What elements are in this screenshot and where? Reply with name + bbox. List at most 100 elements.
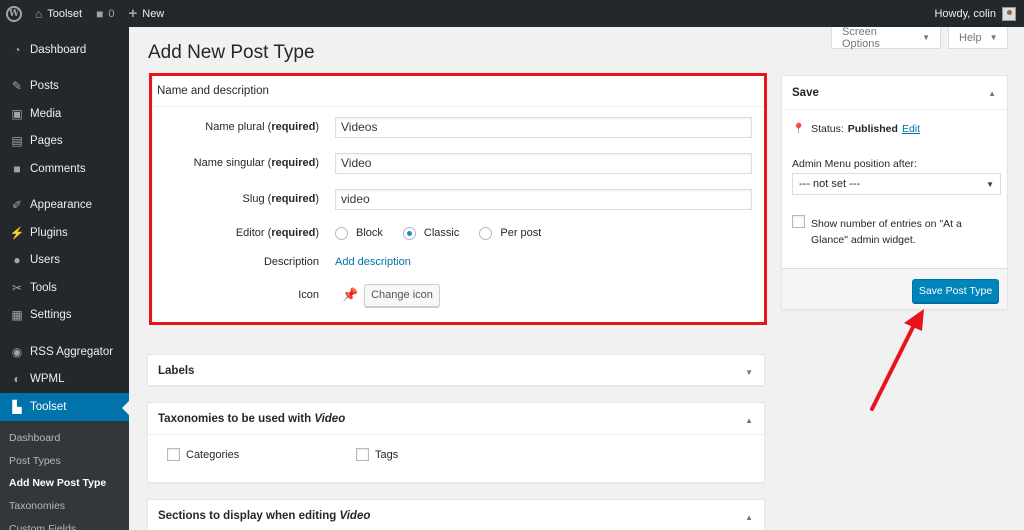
editor-radio-classic[interactable]: Classic <box>402 226 459 240</box>
help-label: Help <box>959 31 982 44</box>
status-label: Status: <box>811 122 844 135</box>
add-description-link[interactable]: Add description <box>335 256 411 268</box>
sidebar-item-tools[interactable]: ✂ Tools <box>0 274 129 302</box>
sidebar-item-rss-aggregator[interactable]: ◉ RSS Aggregator <box>0 338 129 366</box>
sidebar-item-wpml[interactable]: ◐ WPML <box>0 366 129 394</box>
save-post-type-button[interactable]: Save Post Type <box>912 279 999 303</box>
admin-sidebar: ◔ Dashboard ✎ Posts ▣ Media ▤ Pages ■ Co… <box>0 27 129 530</box>
sidebar-item-dashboard[interactable]: ◔ Dashboard <box>0 36 129 64</box>
status-line: 📍 Status: Published Edit <box>792 122 997 136</box>
caret-up-icon[interactable]: ▲ <box>745 513 753 522</box>
editor-radio-per-post[interactable]: Per post <box>479 226 541 240</box>
submenu-taxonomies[interactable]: Taxonomies <box>0 495 129 518</box>
slug-input[interactable] <box>335 188 752 210</box>
sidebar-item-toolset[interactable]: ▙ Toolset <box>0 393 129 421</box>
taxonomies-box-header[interactable]: Taxonomies to be used with Video ▲ <box>148 403 764 435</box>
submenu-dashboard[interactable]: Dashboard <box>0 427 129 450</box>
save-box-title: Save <box>792 86 819 99</box>
menu-position-label: Admin Menu position after: <box>792 158 917 170</box>
wpml-icon: ◐ <box>13 372 21 387</box>
editor-row: Editor (required) Block Classic Per post <box>153 224 764 242</box>
site-name: Toolset <box>47 7 83 20</box>
icon-row: Icon 📌 Change icon <box>153 283 764 307</box>
labels-box-title: Labels <box>158 365 195 377</box>
pushpin-icon: 📍 <box>792 123 806 135</box>
comments-link[interactable]: ■ 0 <box>89 0 121 27</box>
checkbox[interactable] <box>792 215 805 228</box>
editor-label: Editor (required) <box>235 227 319 239</box>
editor-radio-group: Block Classic Per post <box>335 226 561 240</box>
name-singular-input[interactable] <box>335 152 752 174</box>
slug-label: Slug (required) <box>242 193 319 205</box>
sections-box-title: Sections to display when editing Video <box>158 509 371 522</box>
sidebar-item-label: Users <box>30 254 61 267</box>
dashboard-icon: ◔ <box>13 42 21 57</box>
sidebar-item-plugins[interactable]: ⚡ Plugins <box>0 219 129 247</box>
checkbox[interactable] <box>167 448 180 461</box>
save-box: Save ▲ 📍 Status: Published Edit Admin Me… <box>781 75 1008 310</box>
page-title: Add New Post Type <box>148 42 315 63</box>
show-entries-option[interactable]: Show number of entries on "At a Glance" … <box>792 215 997 248</box>
new-label: New <box>142 7 165 20</box>
rss-icon: ◉ <box>11 344 23 359</box>
sidebar-item-label: Comments <box>30 162 86 175</box>
sidebar-item-comments[interactable]: ■ Comments <box>0 155 129 183</box>
radio-button[interactable] <box>335 226 348 240</box>
pushpin-icon: ✎ <box>11 79 23 94</box>
plus-icon: + <box>128 5 138 22</box>
howdy-user[interactable]: Howdy, colin <box>934 8 996 20</box>
taxonomy-categories[interactable]: Categories <box>167 448 239 461</box>
admin-bar: W ⌂ Toolset ■ 0 + New Howdy, colin <box>0 0 1024 27</box>
labels-box-header[interactable]: Labels ▼ <box>148 355 764 387</box>
sections-box: Sections to display when editing Video ▲ <box>147 499 765 530</box>
caret-up-icon[interactable]: ▲ <box>745 416 753 425</box>
taxonomy-tags[interactable]: Tags <box>356 448 398 461</box>
checkbox[interactable] <box>356 448 369 461</box>
comment-icon: ■ <box>13 161 21 176</box>
sidebar-item-label: Toolset <box>30 400 67 413</box>
edit-status-link[interactable]: Edit <box>902 123 920 135</box>
description-row: Description Add description <box>153 254 764 270</box>
radio-button[interactable] <box>479 226 493 240</box>
sidebar-item-settings[interactable]: ▦ Settings <box>0 302 129 330</box>
pages-icon: ▤ <box>11 134 23 149</box>
site-name-link[interactable]: ⌂ Toolset <box>28 0 89 27</box>
sidebar-item-label: Dashboard <box>30 43 87 56</box>
sidebar-item-users[interactable]: ● Users <box>0 247 129 275</box>
sidebar-item-posts[interactable]: ✎ Posts <box>0 73 129 101</box>
labels-box: Labels ▼ <box>147 354 765 386</box>
name-description-header: Name and description <box>153 76 764 107</box>
avatar[interactable] <box>1002 6 1016 21</box>
screen-options-button[interactable]: Screen Options ▼ <box>831 25 941 50</box>
sidebar-item-label: Pages <box>30 135 63 148</box>
sidebar-item-label: RSS Aggregator <box>30 345 114 358</box>
sidebar-item-media[interactable]: ▣ Media <box>0 100 129 128</box>
radio-button-selected[interactable] <box>402 226 416 240</box>
sections-box-header[interactable]: Sections to display when editing Video ▲ <box>148 500 764 530</box>
name-description-box: Name plural (required) Name singular (re… <box>153 107 764 322</box>
submenu-custom-fields[interactable]: Custom Fields <box>0 517 129 530</box>
editor-radio-block[interactable]: Block <box>335 226 383 240</box>
name-plural-input[interactable] <box>335 116 752 138</box>
wordpress-logo-icon[interactable]: W <box>0 0 28 27</box>
paintbrush-icon: ✐ <box>11 198 23 213</box>
sidebar-item-pages[interactable]: ▤ Pages <box>0 128 129 156</box>
screen-options-label: Screen Options <box>842 25 880 50</box>
change-icon-button[interactable]: Change icon <box>364 283 440 307</box>
save-box-header[interactable]: Save ▲ <box>782 76 1007 110</box>
comments-count: 0 <box>108 7 115 20</box>
slug-row: Slug (required) <box>153 188 764 210</box>
user-icon: ● <box>13 253 21 268</box>
save-box-body: 📍 Status: Published Edit Admin Menu posi… <box>782 110 1007 258</box>
help-button[interactable]: Help ▼ <box>948 27 1008 49</box>
sidebar-item-label: Tools <box>30 281 57 294</box>
sidebar-item-appearance[interactable]: ✐ Appearance <box>0 192 129 220</box>
caret-up-icon[interactable]: ▲ <box>988 89 996 98</box>
menu-position-select[interactable]: --- not set --- ▼ <box>792 173 1001 195</box>
submenu-post-types[interactable]: Post Types <box>0 449 129 472</box>
taxonomies-box-title: Taxonomies to be used with Video <box>158 412 346 425</box>
new-content-link[interactable]: + New <box>121 0 171 27</box>
submenu-add-new-post-type[interactable]: Add New Post Type <box>0 472 129 495</box>
toolset-icon: ▙ <box>12 399 22 414</box>
caret-down-icon[interactable]: ▼ <box>745 368 753 377</box>
